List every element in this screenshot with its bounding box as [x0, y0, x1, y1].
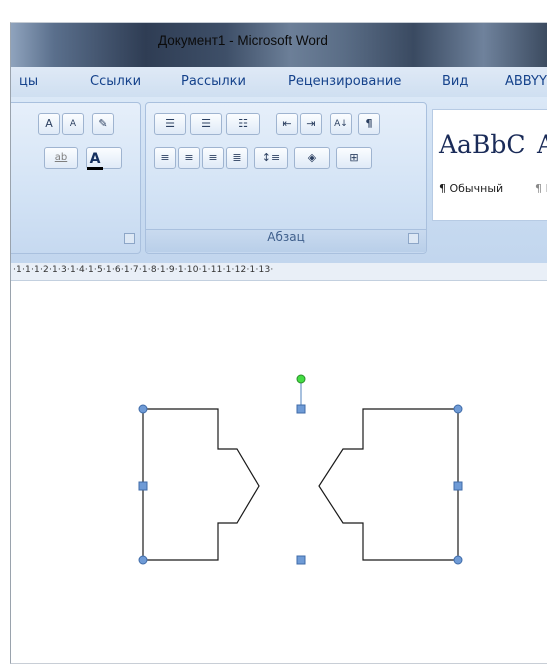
align-right-icon: ≡ [208, 151, 218, 164]
decrease-indent-button[interactable]: ⇤ [276, 113, 298, 135]
borders-icon: ⊞ [349, 151, 359, 164]
increase-indent-button[interactable]: ⇥ [300, 113, 322, 135]
paragraph-group: ☰ ☰ ☷ ⇤ ⇥ A↓ ¶ ≡ ≡ ≡ ≣ ↕≡ ◈ ⊞ Абзац [145, 102, 427, 254]
style-next-sample: A [537, 130, 547, 159]
font-group: A A ✎ ab A [11, 102, 141, 254]
title-bar[interactable]: Документ1 - Microsoft Word [11, 23, 547, 67]
tab-abbyy[interactable]: ABBYY [505, 74, 547, 89]
align-left-button[interactable]: ≡ [154, 147, 176, 169]
shading-icon: ◈ [307, 151, 317, 164]
horizontal-ruler[interactable]: ·1·1·1·2·1·3·1·4·1·5·1·6·1·7·1·8·1·9·1·1… [11, 263, 547, 281]
grow-font-button[interactable]: A [38, 113, 60, 135]
multilevel-list-icon: ☷ [238, 117, 248, 130]
font-dialog-launcher[interactable] [124, 233, 135, 244]
align-left-icon: ≡ [160, 151, 170, 164]
window-title: Документ1 - Microsoft Word [158, 33, 328, 48]
paragraph-dialog-launcher[interactable] [408, 233, 419, 244]
sort-button[interactable]: A↓ [330, 113, 352, 135]
numbering-icon: ☰ [201, 117, 211, 130]
tab-tables-partial[interactable]: цы [19, 74, 38, 89]
paragraph-group-label: Абзац [146, 229, 426, 252]
resize-handle-bottom-left[interactable] [138, 555, 148, 565]
resize-handle-bottom[interactable] [296, 555, 306, 565]
ruler-scale: ·1·1·1·2·1·3·1·4·1·5·1·6·1·7·1·8·1·9·1·1… [13, 265, 274, 275]
document-page[interactable] [11, 281, 547, 663]
resize-handle-top-right[interactable] [453, 404, 463, 414]
align-center-button[interactable]: ≡ [178, 147, 200, 169]
increase-indent-icon: ⇥ [306, 117, 316, 130]
decrease-indent-icon: ⇤ [282, 117, 292, 130]
tab-references[interactable]: Ссылки [90, 74, 141, 89]
clear-format-button[interactable]: ✎ [92, 113, 114, 135]
clear-format-icon: ✎ [98, 117, 108, 130]
resize-handle-top-left[interactable] [138, 404, 148, 414]
shrink-font-button[interactable]: A [62, 113, 84, 135]
align-right-button[interactable]: ≡ [202, 147, 224, 169]
bullets-icon: ☰ [165, 117, 175, 130]
justify-button[interactable]: ≣ [226, 147, 248, 169]
multilevel-list-button[interactable]: ☷ [226, 113, 260, 135]
ribbon-tabs: цы Ссылки Рассылки Рецензирование Вид AB… [11, 67, 547, 97]
font-color-button[interactable]: A [86, 147, 122, 170]
resize-handle-bottom-right[interactable] [453, 555, 463, 565]
style-normal-name: ¶ Обычный [439, 182, 504, 195]
style-next-name: ¶ I [535, 182, 547, 195]
rotate-handle-icon[interactable] [296, 374, 306, 384]
ribbon: A A ✎ ab A ☰ ☰ ☷ ⇤ ⇥ A↓ ¶ ≡ ≡ ≡ ≣ ↕≡ ◈ ⊞… [11, 97, 547, 264]
justify-icon: ≣ [232, 151, 242, 164]
show-marks-button[interactable]: ¶ [358, 113, 380, 135]
left-arrow-shape[interactable] [318, 408, 459, 561]
line-spacing-button[interactable]: ↕≡ [254, 147, 288, 169]
tab-mailings[interactable]: Рассылки [181, 74, 246, 89]
style-normal-sample: AaBbC [439, 130, 526, 159]
shading-button[interactable]: ◈ [294, 147, 330, 169]
styles-gallery[interactable]: AaBbC A ¶ Обычный ¶ I [432, 109, 547, 221]
borders-button[interactable]: ⊞ [336, 147, 372, 169]
line-spacing-icon: ↕≡ [261, 151, 281, 164]
highlight-button[interactable]: ab [44, 147, 78, 169]
tab-review[interactable]: Рецензирование [288, 74, 401, 89]
resize-handle-left[interactable] [138, 481, 148, 491]
bullets-button[interactable]: ☰ [154, 113, 186, 135]
drawing-canvas [138, 374, 463, 565]
align-center-icon: ≡ [184, 151, 194, 164]
right-arrow-shape[interactable] [142, 408, 260, 561]
resize-handle-right[interactable] [453, 481, 463, 491]
resize-handle-top[interactable] [296, 404, 306, 414]
tab-view[interactable]: Вид [442, 74, 468, 89]
word-window: Документ1 - Microsoft Word цы Ссылки Рас… [10, 22, 547, 664]
numbering-button[interactable]: ☰ [190, 113, 222, 135]
